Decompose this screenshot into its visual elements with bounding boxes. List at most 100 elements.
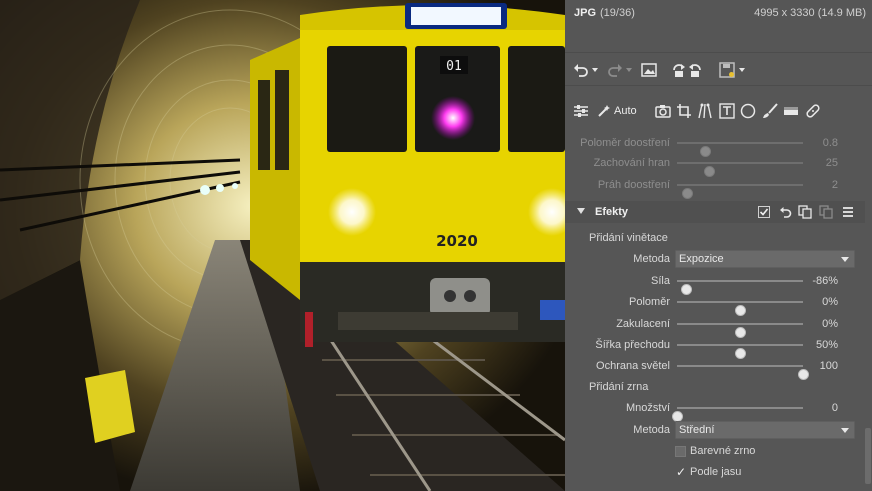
slider-track[interactable]: [677, 142, 803, 157]
brush-tool-button[interactable]: [762, 101, 778, 121]
collapse-arrow-icon[interactable]: [577, 208, 585, 214]
reset-icon: [779, 206, 791, 218]
scrollbar-thumb[interactable]: [865, 428, 871, 484]
slider-label: Síla: [651, 275, 670, 287]
image-icon: [641, 63, 657, 77]
undo-icon: [574, 64, 588, 77]
slider-track[interactable]: [677, 323, 803, 338]
section-menu-button[interactable]: [840, 204, 856, 220]
slider-value[interactable]: 0: [832, 402, 838, 414]
slider-track[interactable]: [672, 407, 803, 422]
slider-value[interactable]: 100: [820, 360, 838, 372]
gradient-tool-button[interactable]: [783, 101, 799, 121]
redo-button[interactable]: [607, 61, 633, 79]
photo-preview[interactable]: 01 2020: [0, 0, 565, 491]
slider-track[interactable]: [677, 184, 803, 199]
editor-panel: JPG (19/36) 4995 x 3330 (14.9 MB) Auto P…: [565, 0, 872, 491]
save-icon: [719, 62, 735, 78]
circle-tool-button[interactable]: [740, 101, 756, 121]
sliders-icon: [574, 105, 588, 117]
slider-row-strength: Síla -86%: [565, 271, 872, 295]
slider-row-roundness: Zakulacení 0%: [565, 314, 872, 338]
chevron-down-icon: [841, 257, 849, 262]
window-number: 01: [446, 59, 462, 74]
perspective-icon: [698, 103, 712, 119]
camera-icon: [655, 105, 671, 118]
grain-group-title: Přidání zrna: [589, 381, 649, 393]
slider-handle[interactable]: [798, 369, 809, 380]
slider-label: Zakulacení: [616, 318, 670, 330]
crop-icon: [677, 104, 691, 118]
slider-value[interactable]: 0.8: [823, 137, 838, 149]
compare-button[interactable]: [671, 61, 703, 79]
save-button[interactable]: [719, 61, 746, 79]
slider-track[interactable]: [677, 280, 803, 295]
retouch-tool-button[interactable]: [805, 101, 821, 121]
select-value: Expozice: [679, 253, 724, 265]
auto-label: Auto: [614, 105, 637, 117]
slider-row-radius: Poloměr 0%: [565, 292, 872, 316]
menu-icon: [843, 207, 853, 217]
slider-value[interactable]: 0%: [822, 296, 838, 308]
paste-settings-button[interactable]: [818, 204, 834, 220]
slider-label: Ochrana světel: [596, 360, 670, 372]
paste-icon: [819, 205, 833, 219]
slider-label: Poloměr doostření: [580, 137, 670, 149]
slider-track[interactable]: [677, 301, 803, 316]
copy-icon: [798, 205, 812, 219]
slider-track[interactable]: [677, 365, 809, 380]
by-brightness-checkbox[interactable]: ✓: [675, 465, 687, 479]
slider-row-edge-preservation: Zachování hran 25: [565, 153, 872, 177]
reset-button[interactable]: [777, 204, 793, 220]
slider-row-transition-width: Šířka přechodu 50%: [565, 335, 872, 359]
brush-icon: [763, 103, 778, 118]
slider-row-grain-amount: Množství 0: [565, 398, 872, 422]
slider-label: Šířka přechodu: [595, 339, 670, 351]
check-icon: ✓: [676, 465, 687, 479]
perspective-tool-button[interactable]: [697, 101, 713, 121]
slider-label: Poloměr: [629, 296, 670, 308]
circle-icon: [740, 103, 756, 119]
text-box-icon: [719, 103, 735, 119]
color-grain-checkbox-row[interactable]: Barevné zrno: [675, 443, 855, 461]
checkbox-label: Barevné zrno: [690, 445, 756, 457]
destination-sign: [411, 7, 501, 25]
method-label: Metoda: [633, 253, 670, 265]
grain-method-select[interactable]: Střední: [675, 421, 855, 439]
slider-value[interactable]: 50%: [816, 339, 838, 351]
slider-value[interactable]: -86%: [812, 275, 838, 287]
effects-section-header[interactable]: Efekty: [565, 201, 865, 223]
slider-handle[interactable]: [682, 188, 694, 199]
original-view-button[interactable]: [641, 61, 657, 79]
text-tool-button[interactable]: [719, 101, 735, 121]
gradient-icon: [784, 107, 798, 115]
copy-settings-button[interactable]: [797, 204, 813, 220]
undo-button[interactable]: [573, 61, 599, 79]
camera-tool-button[interactable]: [655, 101, 671, 121]
checkbox-label: Podle jasu: [690, 466, 742, 478]
auto-button[interactable]: Auto: [597, 101, 637, 121]
slider-label: Množství: [625, 402, 670, 414]
slider-track[interactable]: [677, 344, 803, 359]
image-format: JPG: [574, 7, 597, 19]
enable-checkbox[interactable]: [756, 204, 772, 220]
slider-track[interactable]: [677, 162, 803, 177]
slider-value[interactable]: 25: [826, 157, 838, 169]
method-label: Metoda: [633, 424, 670, 436]
subway-train-photo: 01 2020: [0, 0, 565, 491]
history-toolbar: [565, 52, 872, 86]
slider-label: Zachování hran: [593, 157, 670, 169]
slider-value[interactable]: 0%: [822, 318, 838, 330]
chevron-down-icon: [592, 68, 598, 72]
chevron-down-icon: [626, 68, 632, 72]
vignette-group-title: Přidání vinětace: [589, 232, 668, 244]
select-value: Střední: [679, 424, 715, 436]
vignette-method-select[interactable]: Expozice: [675, 250, 855, 268]
slider-row-sharpen-threshold: Práh doostření 2: [565, 175, 872, 199]
effects-title: Efekty: [595, 206, 629, 218]
adjust-tool-button[interactable]: [573, 101, 589, 121]
slider-value[interactable]: 2: [832, 179, 838, 191]
color-grain-checkbox[interactable]: [675, 446, 686, 457]
by-brightness-checkbox-row[interactable]: ✓ Podle jasu: [675, 464, 855, 482]
crop-tool-button[interactable]: [676, 101, 692, 121]
